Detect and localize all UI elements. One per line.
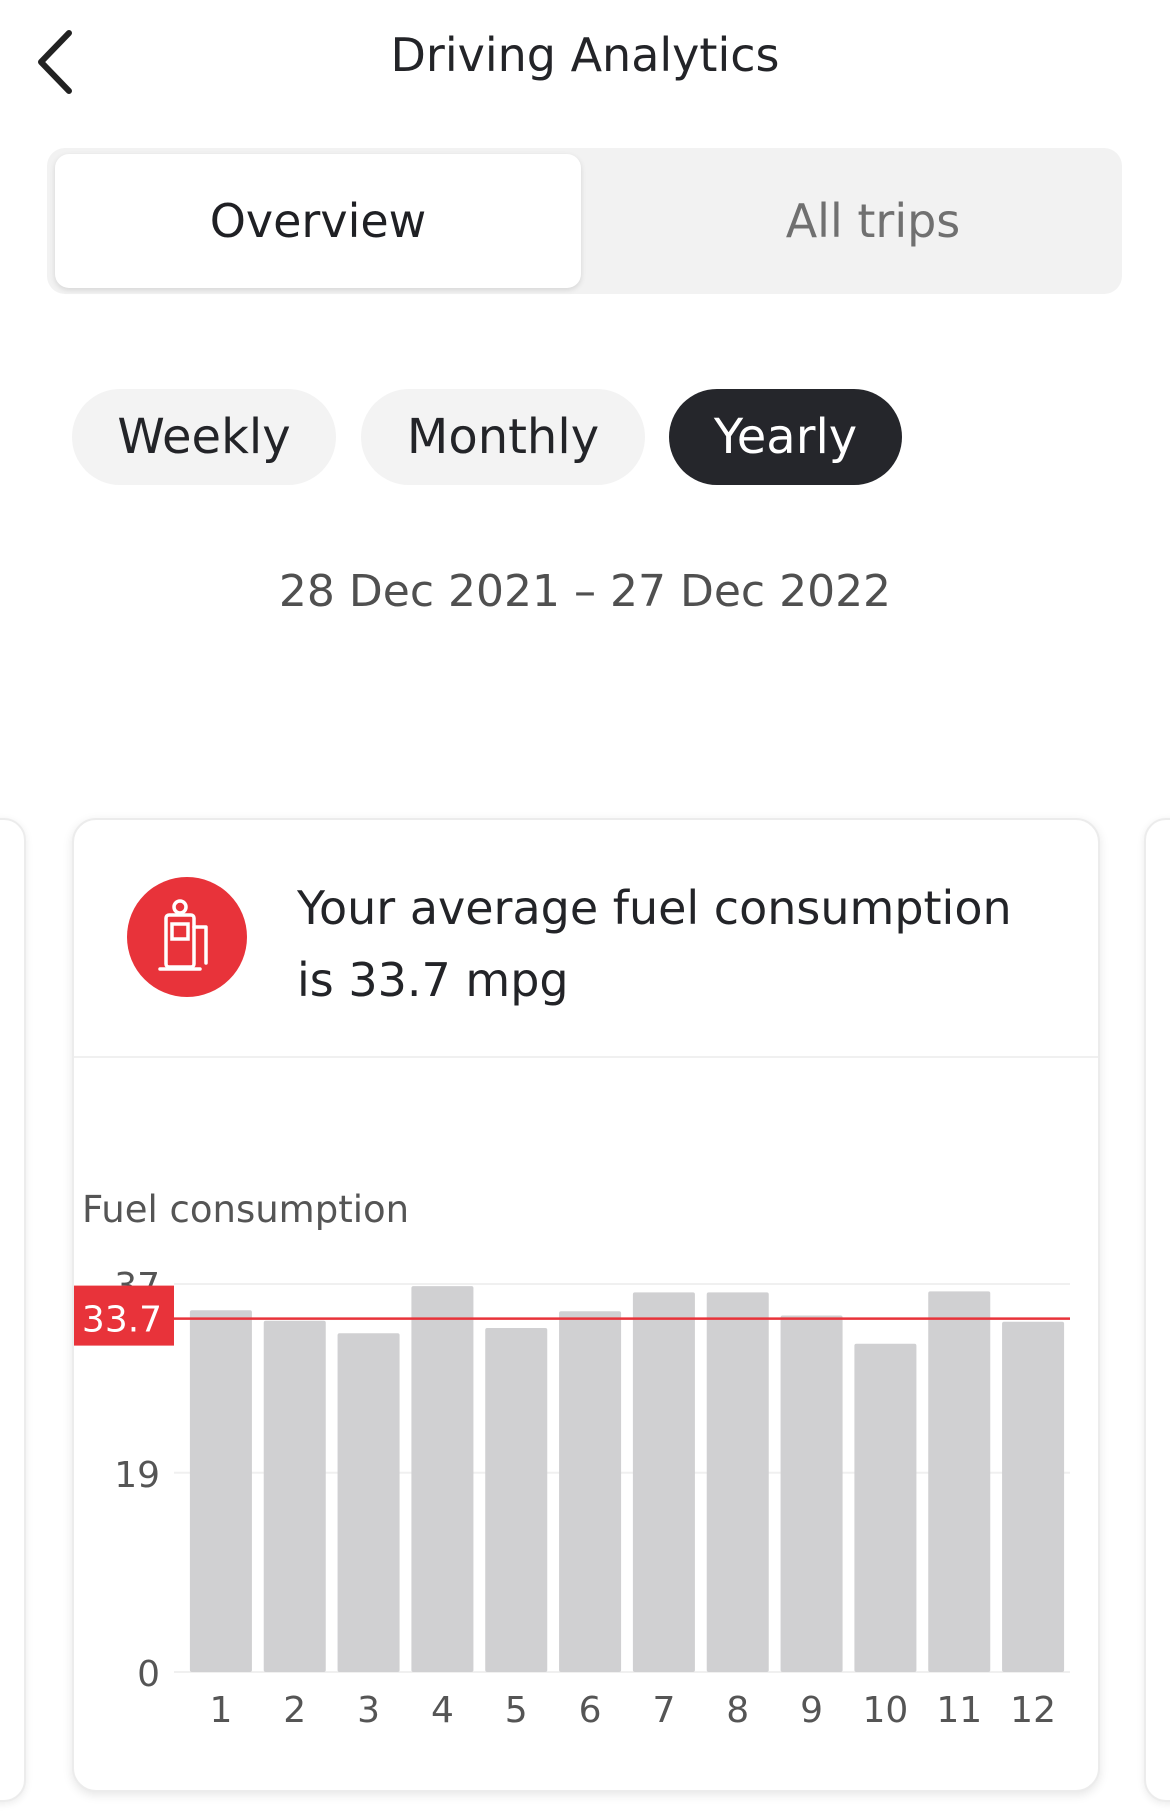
x-tick-label: 5 — [505, 1690, 528, 1731]
fuel-pump-icon — [158, 899, 208, 971]
x-tick-label: 4 — [431, 1690, 454, 1731]
date-range: 28 Dec 2021 – 27 Dec 2022 — [278, 566, 892, 617]
period-yearly-button[interactable]: Yearly — [669, 389, 902, 485]
x-tick-label: 12 — [1010, 1690, 1056, 1731]
period-monthly-button[interactable]: Monthly — [361, 389, 645, 485]
next-card-peek[interactable] — [1144, 818, 1170, 1802]
x-tick-label: 10 — [863, 1690, 909, 1731]
bar — [1002, 1321, 1065, 1672]
fuel-consumption-chart: 0193712345678910111233.7 — [74, 1266, 1070, 1731]
fuel-consumption-card: Your average fuel consumption is 33.7 mp… — [72, 818, 1100, 1792]
view-segmented-control: Overview All trips — [47, 148, 1122, 294]
bar — [780, 1315, 843, 1672]
x-tick-label: 3 — [357, 1690, 380, 1731]
average-label: 33.7 — [82, 1300, 162, 1341]
chart-label: Fuel consumption — [82, 1188, 410, 1231]
x-tick-label: 6 — [579, 1690, 602, 1731]
message-line-2: is 33.7 mpg — [297, 953, 569, 1007]
bar — [411, 1286, 474, 1672]
y-tick-label: 0 — [137, 1654, 160, 1695]
x-tick-label: 7 — [652, 1690, 675, 1731]
bar — [854, 1343, 917, 1672]
bar — [706, 1292, 769, 1672]
period-weekly-button[interactable]: Weekly — [72, 389, 336, 485]
bar — [928, 1291, 991, 1672]
bar — [559, 1311, 622, 1672]
bar — [485, 1328, 548, 1672]
bar — [632, 1292, 695, 1672]
message-line-1: Your average fuel consumption — [297, 881, 1012, 935]
previous-card-peek[interactable] — [0, 818, 26, 1802]
x-tick-label: 8 — [726, 1690, 749, 1731]
x-tick-label: 2 — [283, 1690, 306, 1731]
fuel-icon-badge — [127, 877, 247, 997]
page-title: Driving Analytics — [390, 28, 780, 82]
tab-all-trips[interactable]: All trips — [633, 154, 1113, 288]
y-tick-label: 19 — [114, 1455, 160, 1496]
x-tick-label: 1 — [209, 1690, 232, 1731]
header: Driving Analytics — [0, 0, 1170, 120]
bar — [263, 1320, 326, 1672]
x-tick-label: 11 — [936, 1690, 982, 1731]
bar — [337, 1333, 400, 1672]
bar — [189, 1310, 252, 1672]
card-divider — [74, 1056, 1098, 1058]
x-tick-label: 9 — [800, 1690, 823, 1731]
average-consumption-message: Your average fuel consumption is 33.7 mp… — [297, 872, 1057, 1016]
tab-overview[interactable]: Overview — [55, 154, 581, 288]
